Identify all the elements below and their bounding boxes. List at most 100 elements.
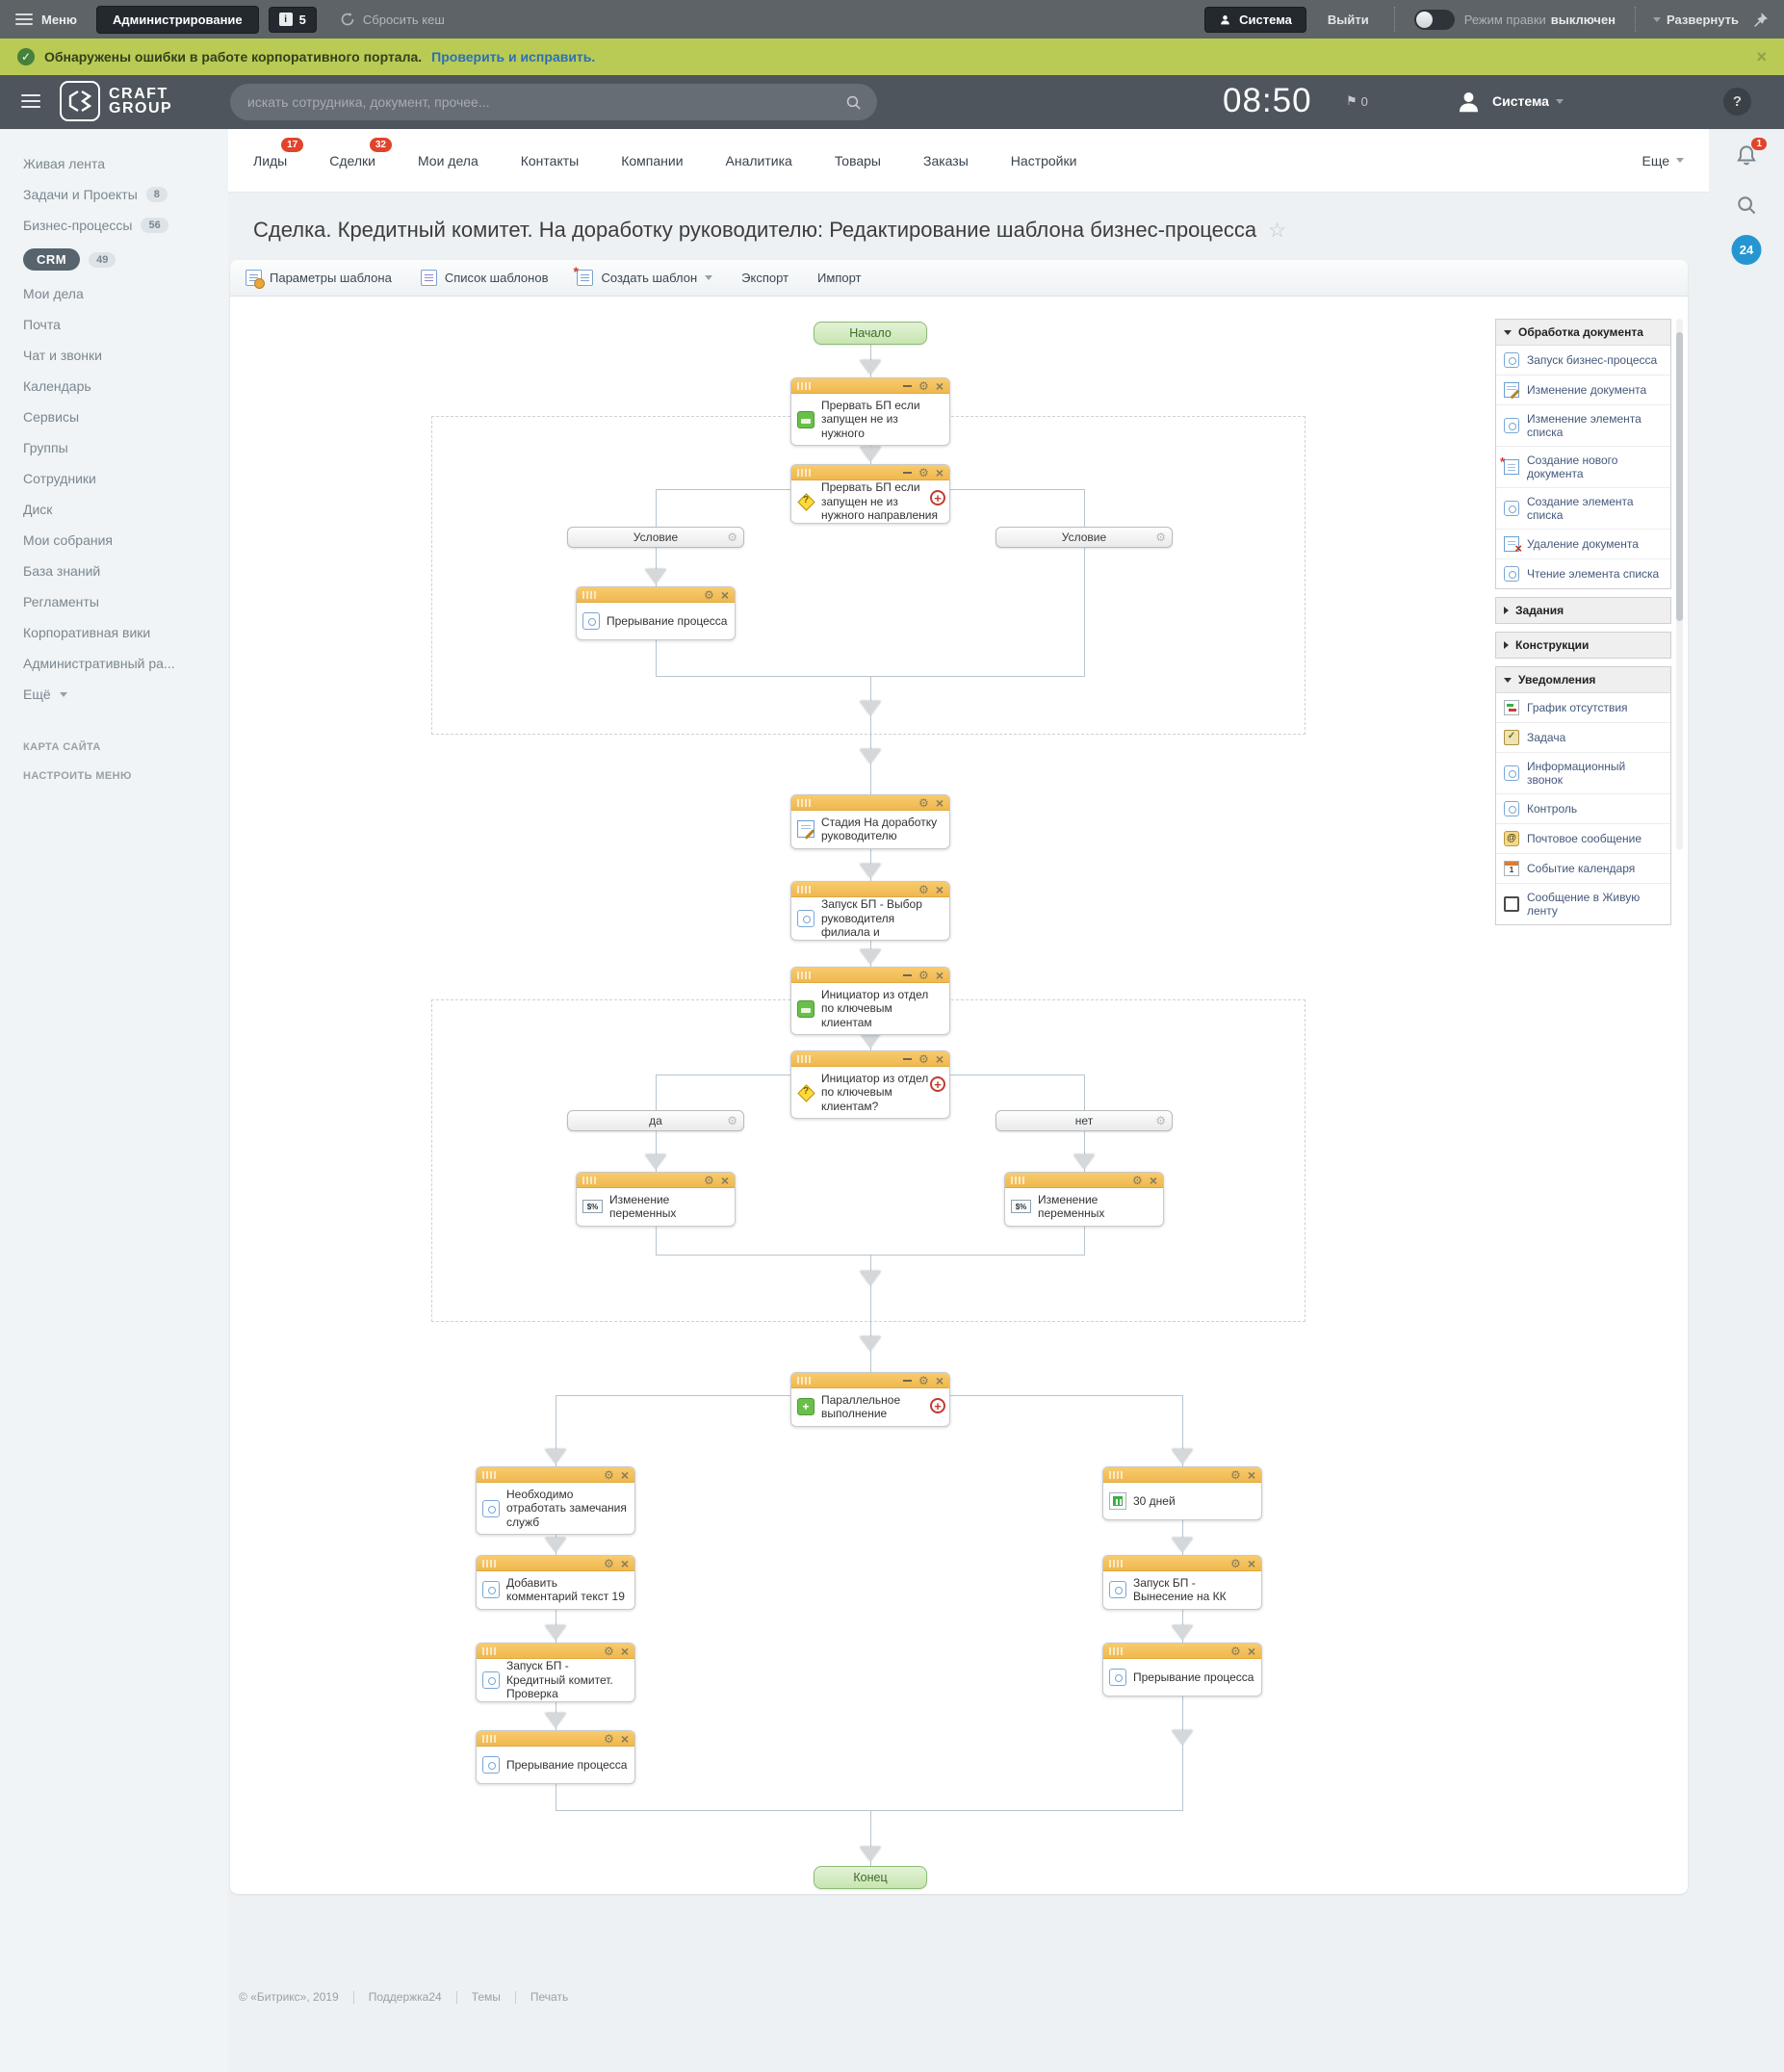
delete-icon[interactable]: × (721, 589, 729, 601)
drag-handle-icon[interactable] (1109, 1471, 1123, 1479)
create-template-button[interactable]: Создать шаблон (577, 270, 712, 286)
menu-label[interactable]: Меню (41, 13, 77, 27)
drag-handle-icon[interactable] (797, 1377, 811, 1385)
notifications-bell-button[interactable]: 1 (1735, 144, 1758, 172)
palette-item[interactable]: Создание элемента списка (1496, 488, 1670, 530)
settings-icon[interactable]: ⚙ (918, 467, 929, 479)
delete-icon[interactable]: × (936, 1053, 944, 1065)
sidebar-item-groups[interactable]: Группы (0, 432, 228, 463)
search-icon[interactable] (845, 94, 862, 111)
settings-icon[interactable]: ⚙ (918, 797, 929, 809)
banner-fix-link[interactable]: Проверить и исправить. (431, 49, 595, 65)
add-branch-button[interactable]: + (930, 1076, 945, 1092)
minimize-icon[interactable] (903, 1380, 912, 1382)
sidebar-item-mail[interactable]: Почта (0, 309, 228, 340)
settings-icon[interactable]: ⚙ (727, 1114, 737, 1127)
delete-icon[interactable]: × (721, 1175, 729, 1186)
minimize-icon[interactable] (903, 974, 912, 976)
drag-handle-icon[interactable] (797, 1055, 811, 1063)
flow-node-interrupt-top[interactable]: ⚙× Прерывание процесса (576, 586, 736, 640)
palette-section-header[interactable]: Задания (1496, 598, 1670, 623)
drag-handle-icon[interactable] (1109, 1647, 1123, 1655)
print-link[interactable]: Печать (530, 1990, 568, 2004)
delete-icon[interactable]: × (621, 1733, 629, 1745)
clear-cache-button[interactable]: Сбросить кеш (340, 12, 445, 27)
flow-node-interrupt-left[interactable]: ⚙× Прерывание процесса (476, 1730, 635, 1784)
tab-settings[interactable]: Настройки (1011, 153, 1077, 168)
flow-node-initiator-question[interactable]: ⚙× Инициатор из отдел по ключевым клиент… (790, 1050, 950, 1119)
settings-icon[interactable]: ⚙ (1132, 1175, 1143, 1186)
add-branch-button[interactable]: + (930, 490, 945, 505)
settings-icon[interactable]: ⚙ (704, 1175, 714, 1186)
sidebar-item-chat[interactable]: Чат и звонки (0, 340, 228, 371)
settings-icon[interactable]: ⚙ (918, 380, 929, 392)
close-icon[interactable]: × (1756, 47, 1767, 67)
planner-flag[interactable]: ⚑ 0 (1346, 93, 1368, 109)
template-params-button[interactable]: Параметры шаблона (246, 270, 392, 286)
settings-icon[interactable]: ⚙ (918, 1375, 929, 1386)
sidebar-item-employees[interactable]: Сотрудники (0, 463, 228, 494)
pin-icon[interactable] (1752, 12, 1769, 28)
palette-item[interactable]: Изменение документа (1496, 376, 1670, 405)
notifications-counter-button[interactable]: i 5 (269, 7, 317, 33)
palette-item[interactable]: Создание нового документа (1496, 447, 1670, 488)
flow-node-terminate-check[interactable]: ⚙× Прервать БП если запущен не из нужног… (790, 377, 950, 446)
drag-handle-icon[interactable] (582, 591, 596, 599)
drag-handle-icon[interactable] (582, 1177, 596, 1184)
delete-icon[interactable]: × (936, 884, 944, 895)
sidebar-item-admin[interactable]: Административный ра... (0, 648, 228, 679)
palette-item[interactable]: Почтовое сообщение (1496, 824, 1670, 854)
flow-node-rework[interactable]: ⚙× Необходимо отработать замечания служб (476, 1466, 635, 1535)
sidebar-toggle-icon[interactable] (21, 94, 40, 112)
export-button[interactable]: Экспорт (741, 271, 789, 285)
sidebar-item-crm[interactable]: CRM49 (0, 241, 228, 278)
search-input[interactable] (246, 93, 845, 111)
sidebar-item-more[interactable]: Ещё (0, 679, 228, 710)
settings-icon[interactable]: ⚙ (1155, 531, 1166, 544)
drag-handle-icon[interactable] (482, 1471, 496, 1479)
delete-icon[interactable]: × (1150, 1175, 1157, 1186)
tab-leads[interactable]: Лиды17 (253, 153, 287, 168)
flow-node-terminate-check-2[interactable]: ⚙× Прервать БП если запущен не из нужног… (790, 464, 950, 524)
delete-icon[interactable]: × (936, 467, 944, 479)
drag-handle-icon[interactable] (1109, 1560, 1123, 1567)
sidebar-item-calendar[interactable]: Календарь (0, 371, 228, 401)
avatar[interactable] (1456, 89, 1482, 119)
delete-icon[interactable]: × (1248, 1469, 1255, 1481)
global-search[interactable] (230, 84, 877, 120)
tab-my-activities[interactable]: Мои дела (418, 153, 478, 168)
palette-item[interactable]: Запуск бизнес-процесса (1496, 346, 1670, 376)
flow-end[interactable]: Конец (814, 1866, 927, 1889)
sitemap-link[interactable]: КАРТА САЙТА (0, 733, 228, 762)
sidebar-item-live-feed[interactable]: Живая лента (0, 148, 228, 179)
administration-button[interactable]: Администрирование (96, 6, 259, 34)
drag-handle-icon[interactable] (797, 382, 811, 390)
drag-handle-icon[interactable] (797, 799, 811, 807)
sidebar-item-meetings[interactable]: Мои собрания (0, 525, 228, 556)
flow-node-interrupt-right[interactable]: ⚙× Прерывание процесса (1102, 1643, 1262, 1696)
tab-more[interactable]: Еще (1642, 153, 1685, 168)
flow-node-initiator[interactable]: ⚙× Инициатор из отдел по ключевым клиент… (790, 967, 950, 1035)
tab-products[interactable]: Товары (835, 153, 881, 168)
palette-item[interactable]: Чтение элемента списка (1496, 559, 1670, 588)
settings-icon[interactable]: ⚙ (704, 589, 714, 601)
sidebar-item-regulations[interactable]: Регламенты (0, 586, 228, 617)
settings-icon[interactable]: ⚙ (1230, 1645, 1241, 1657)
palette-item[interactable]: Событие календаря (1496, 854, 1670, 884)
delete-icon[interactable]: × (621, 1558, 629, 1569)
settings-icon[interactable]: ⚙ (1230, 1469, 1241, 1481)
settings-icon[interactable]: ⚙ (604, 1645, 614, 1657)
scrollbar-thumb[interactable] (1676, 332, 1683, 621)
flow-branch-no[interactable]: нет⚙ (995, 1110, 1173, 1131)
delete-icon[interactable]: × (936, 970, 944, 981)
help-button[interactable]: ? (1723, 88, 1751, 116)
themes-link[interactable]: Темы (472, 1990, 501, 2004)
flow-node-set-vars-right[interactable]: ⚙× Изменение переменных (1004, 1172, 1164, 1227)
sidebar-item-drive[interactable]: Диск (0, 494, 228, 525)
system-user-button[interactable]: Система (1204, 7, 1306, 33)
tab-contacts[interactable]: Контакты (521, 153, 579, 168)
drag-handle-icon[interactable] (482, 1647, 496, 1655)
support-link[interactable]: Поддержка24 (369, 1990, 442, 2004)
import-button[interactable]: Импорт (817, 271, 861, 285)
settings-icon[interactable]: ⚙ (604, 1558, 614, 1569)
